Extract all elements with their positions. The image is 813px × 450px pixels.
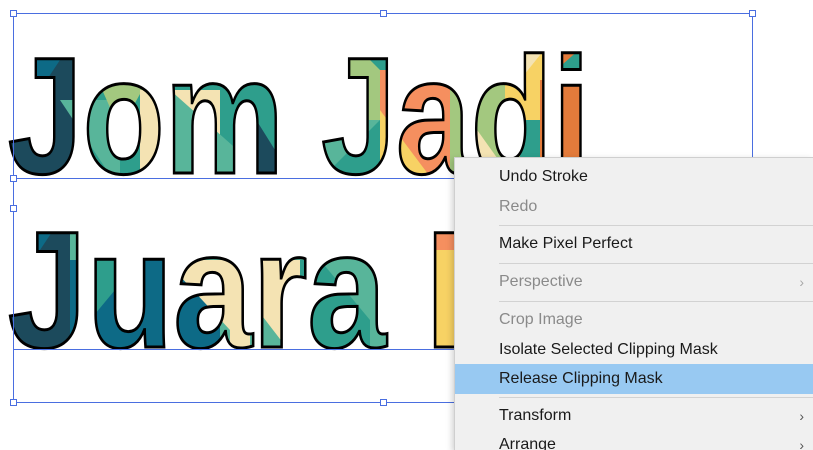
handle-top-center[interactable] [380,10,387,17]
menu-item-redo[interactable]: Redo [455,192,813,222]
handle-bottom-center[interactable] [380,399,387,406]
menu-item-perspective[interactable]: Perspective › [455,267,813,297]
menu-item-make-pixel-perfect[interactable]: Make Pixel Perfect [455,229,813,259]
menu-item-isolate-selected-clipping-mask[interactable]: Isolate Selected Clipping Mask [455,335,813,365]
menu-item-release-clipping-mask[interactable]: Release Clipping Mask [455,364,813,394]
menu-item-label: Crop Image [499,311,583,328]
menu-separator [499,301,813,302]
menu-item-label: Release Clipping Mask [499,370,663,387]
chevron-right-icon: › [799,408,804,424]
context-menu: Undo Stroke Redo Make Pixel Perfect Pers… [454,157,813,450]
menu-item-label: Undo Stroke [499,168,588,185]
handle-line1-anchor[interactable] [10,175,17,182]
menu-item-transform[interactable]: Transform › [455,401,813,431]
menu-item-crop-image[interactable]: Crop Image [455,305,813,335]
chevron-right-icon: › [799,274,804,290]
handle-top-left[interactable] [10,10,17,17]
menu-item-label: Perspective [499,273,583,290]
chevron-right-icon: › [799,437,804,450]
menu-item-undo-stroke[interactable]: Undo Stroke [455,162,813,192]
text-outline-line2: Juara K [8,198,528,383]
menu-separator [499,397,813,398]
menu-item-label: Redo [499,198,538,215]
menu-item-label: Transform [499,407,572,424]
menu-separator [499,263,813,264]
handle-top-right[interactable] [749,10,756,17]
handle-bottom-left[interactable] [10,399,17,406]
menu-separator [499,225,813,226]
handle-middle-left[interactable] [10,205,17,212]
menu-item-label: Arrange [499,436,556,450]
menu-item-label: Isolate Selected Clipping Mask [499,341,718,358]
menu-item-arrange[interactable]: Arrange › [455,430,813,450]
menu-item-label: Make Pixel Perfect [499,235,633,252]
